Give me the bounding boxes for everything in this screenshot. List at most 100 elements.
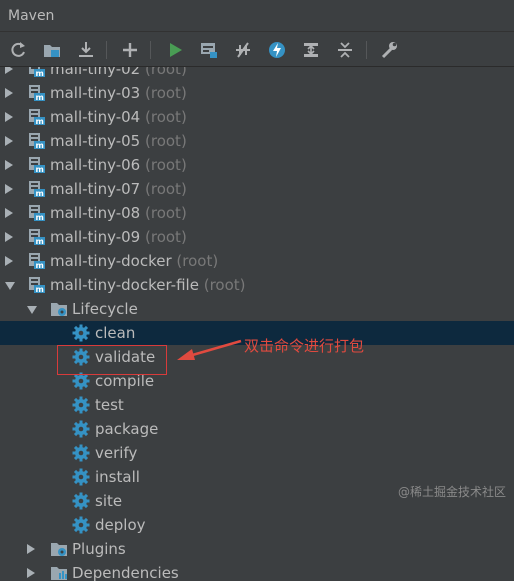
tree-node-label: mall-tiny-docker-file (root) (50, 276, 246, 294)
maven-module-icon: m (28, 156, 46, 174)
expand-arrow-right-icon[interactable] (5, 184, 13, 194)
tree-node-lifecycle[interactable]: Lifecycle (0, 297, 514, 321)
tree-node-label: mall-tiny-09 (root) (50, 228, 187, 246)
expand-arrow-right-icon[interactable] (5, 136, 13, 146)
execute-goal-icon (201, 43, 217, 58)
expand-arrow-right-icon[interactable] (5, 208, 13, 218)
lifecycle-goal-package[interactable]: package (0, 417, 514, 441)
tree-node-mall-tiny-04[interactable]: m mall-tiny-04 (root) (0, 105, 514, 129)
gear-icon (72, 468, 90, 486)
gear-icon (72, 492, 90, 510)
tool-window-title: Maven (8, 8, 55, 24)
node-root-suffix: (root) (145, 204, 187, 222)
lifecycle-goal-deploy[interactable]: deploy (0, 513, 514, 537)
expand-arrow-right-icon[interactable] (5, 232, 13, 242)
tree-node-label: Dependencies (72, 564, 179, 581)
tree-node-mall-tiny-06[interactable]: m mall-tiny-06 (root) (0, 153, 514, 177)
download-icon (79, 42, 93, 57)
tree-node-mall-tiny-docker[interactable]: m mall-tiny-docker (root) (0, 249, 514, 273)
tree-node-label: deploy (95, 516, 146, 534)
tree-node-mall-tiny-09[interactable]: m mall-tiny-09 (root) (0, 225, 514, 249)
tree-node-plugins[interactable]: Plugins (0, 537, 514, 561)
node-name: Dependencies (72, 564, 179, 581)
node-name: mall-tiny-02 (50, 67, 141, 78)
run-button[interactable] (163, 38, 187, 62)
generate-sources-button[interactable] (40, 38, 64, 62)
tree-node-label: Plugins (72, 540, 126, 558)
tree-node-mall-tiny-02[interactable]: m mall-tiny-02 (root) (0, 67, 514, 81)
node-name: mall-tiny-03 (50, 84, 141, 102)
expand-arrow-right-icon[interactable] (5, 160, 13, 170)
node-name: verify (95, 444, 138, 462)
tree-node-label: verify (95, 444, 137, 462)
expand-arrow-right-icon[interactable] (5, 112, 13, 122)
node-name: mall-tiny-docker-file (50, 276, 199, 294)
expand-arrow-right-icon[interactable] (27, 544, 35, 554)
expand-arrow-right-icon[interactable] (5, 67, 13, 74)
expand-arrow-down-icon[interactable] (5, 282, 15, 290)
node-root-suffix: (root) (145, 108, 187, 126)
node-root-suffix: (root) (176, 252, 219, 270)
gear-icon (72, 420, 90, 438)
execute-goal-button[interactable] (197, 38, 221, 62)
tree-node-mall-tiny-08[interactable]: m mall-tiny-08 (root) (0, 201, 514, 225)
node-name: install (95, 468, 140, 486)
tree-node-label: site (95, 492, 122, 510)
tree-node-mall-tiny-07[interactable]: m mall-tiny-07 (root) (0, 177, 514, 201)
add-button[interactable] (118, 38, 142, 62)
node-root-suffix: (root) (145, 84, 187, 102)
skip-tests-button[interactable] (265, 38, 289, 62)
tree-node-mall-tiny-docker-file[interactable]: m mall-tiny-docker-file (root) (0, 273, 514, 297)
maven-module-icon: m (28, 108, 46, 126)
svg-text:m: m (36, 141, 44, 150)
toolbar-separator (150, 41, 151, 59)
settings-icon (381, 42, 397, 59)
package-highlight-box (57, 345, 167, 375)
node-name: package (95, 420, 159, 438)
annotation-arrow (177, 339, 242, 360)
plugins-folder-icon (50, 540, 68, 558)
generate-sources-icon (44, 45, 60, 57)
toggle-offline-button[interactable] (231, 38, 255, 62)
node-root-suffix: (root) (145, 67, 187, 78)
expand-arrow-down-icon[interactable] (27, 306, 37, 314)
svg-text:m: m (36, 261, 44, 270)
collapse-all-button[interactable] (333, 38, 357, 62)
maven-module-icon: m (28, 276, 46, 294)
node-name: mall-tiny-08 (50, 204, 141, 222)
toolbar-separator (366, 41, 367, 59)
tree-node-label: mall-tiny-05 (root) (50, 132, 187, 150)
download-button[interactable] (74, 38, 98, 62)
expand-arrow-right-icon[interactable] (27, 568, 35, 578)
tree-node-label: mall-tiny-06 (root) (50, 156, 187, 174)
node-root-suffix: (root) (145, 156, 187, 174)
node-name: mall-tiny-04 (50, 108, 141, 126)
node-name: clean (95, 324, 136, 342)
show-dependencies-button[interactable] (299, 38, 323, 62)
expand-arrow-right-icon[interactable] (5, 256, 13, 266)
reload-button[interactable] (6, 38, 30, 62)
svg-text:m: m (36, 213, 44, 222)
tree-node-mall-tiny-03[interactable]: m mall-tiny-03 (root) (0, 81, 514, 105)
expand-arrow-right-icon[interactable] (5, 88, 13, 98)
node-name: mall-tiny-05 (50, 132, 141, 150)
node-name: test (95, 396, 124, 414)
dependencies-folder-icon (50, 564, 68, 581)
tree-node-dependencies[interactable]: Dependencies (0, 561, 514, 581)
node-name: mall-tiny-07 (50, 180, 141, 198)
add-icon (123, 43, 137, 57)
tree-node-label: mall-tiny-04 (root) (50, 108, 187, 126)
gear-icon (72, 396, 90, 414)
tree-node-label: Lifecycle (72, 300, 138, 318)
tree-node-label: clean (95, 324, 135, 342)
lifecycle-goal-test[interactable]: test (0, 393, 514, 417)
settings-button[interactable] (377, 38, 401, 62)
maven-module-icon: m (28, 180, 46, 198)
tree-node-mall-tiny-05[interactable]: m mall-tiny-05 (root) (0, 129, 514, 153)
lifecycle-goal-verify[interactable]: verify (0, 441, 514, 465)
node-name: deploy (95, 516, 146, 534)
node-name: mall-tiny-09 (50, 228, 141, 246)
svg-text:m: m (36, 93, 44, 102)
svg-text:m: m (36, 189, 44, 198)
gear-icon (72, 516, 90, 534)
